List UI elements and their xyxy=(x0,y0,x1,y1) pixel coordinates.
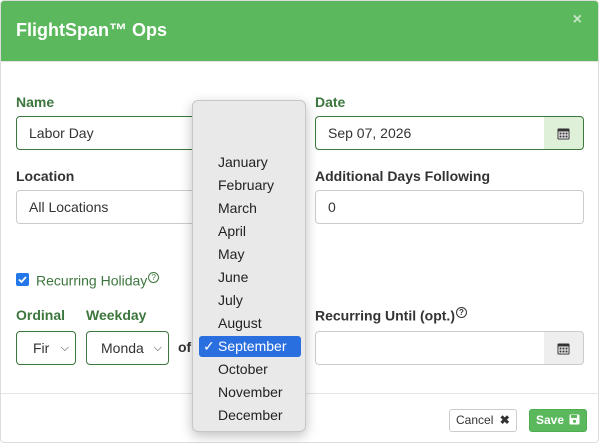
location-label: Location xyxy=(16,168,75,184)
month-option-december[interactable]: December xyxy=(199,405,301,426)
recurring-holiday-checkbox[interactable] xyxy=(16,273,29,286)
month-option-august[interactable]: August xyxy=(199,313,301,334)
month-option-label: May xyxy=(218,246,245,262)
weekday-value: Monda xyxy=(101,340,144,356)
header-divider xyxy=(1,61,598,62)
modal-title: FlightSpan™ Ops xyxy=(16,20,167,40)
month-option-october[interactable]: October xyxy=(199,359,301,380)
month-option-label: October xyxy=(218,361,268,377)
floppy-disk-icon xyxy=(569,414,580,425)
chevron-down-icon: ⌵ xyxy=(60,342,69,354)
question-circle-icon[interactable]: ? xyxy=(456,307,467,318)
additional-days-label: Additional Days Following xyxy=(315,168,490,184)
ordinal-value: Fir xyxy=(33,340,50,356)
name-input[interactable]: Labor Day xyxy=(16,116,206,150)
additional-days-input[interactable]: 0 xyxy=(315,190,584,224)
recurring-until-label: Recurring Until (opt.)? xyxy=(315,307,467,324)
weekday-select[interactable]: Monda ⌵ xyxy=(86,331,169,365)
weekday-label: Weekday xyxy=(86,307,147,323)
month-option-label: November xyxy=(218,384,283,400)
month-dropdown-menu: January February March April May June July Augu… xyxy=(192,100,306,432)
date-calendar-button[interactable] xyxy=(544,116,584,150)
save-button[interactable]: Save xyxy=(529,409,588,432)
cancel-label: Cancel xyxy=(456,413,494,427)
month-option-label: March xyxy=(218,200,257,216)
month-option-label: June xyxy=(218,269,249,285)
month-option-label: April xyxy=(218,223,247,239)
month-option-january[interactable]: January xyxy=(199,152,301,173)
checkmark-icon xyxy=(18,276,27,284)
date-label: Date xyxy=(315,94,346,110)
month-option-november[interactable]: November xyxy=(199,382,301,403)
question-circle-icon[interactable]: ? xyxy=(148,272,160,283)
month-option-may[interactable]: May xyxy=(199,244,301,265)
month-option-february[interactable]: February xyxy=(199,175,301,196)
ordinal-label: Ordinal xyxy=(16,307,66,323)
checkmark-icon: ✓ xyxy=(203,338,215,354)
close-icon[interactable]: × xyxy=(573,11,582,29)
recurring-holiday-text: Recurring Holiday xyxy=(36,272,148,289)
month-option-label: July xyxy=(218,292,243,308)
x-mark-icon: ✖ xyxy=(499,413,510,427)
calendar-icon xyxy=(557,343,570,354)
recurring-until-text: Recurring Until (opt.) xyxy=(315,307,455,324)
month-option-label: January xyxy=(218,154,268,170)
month-option-june[interactable]: June xyxy=(199,267,301,288)
location-select[interactable]: All Locations xyxy=(16,190,206,224)
month-option-march[interactable]: March xyxy=(199,198,301,219)
of-label: of xyxy=(178,339,192,355)
month-option-label: December xyxy=(218,407,283,423)
calendar-icon xyxy=(557,128,570,139)
month-option-september[interactable]: ✓ September xyxy=(199,336,301,357)
month-option-april[interactable]: April xyxy=(199,221,301,242)
recurring-until-input[interactable] xyxy=(315,331,545,365)
date-input[interactable]: Sep 07, 2026 xyxy=(315,116,545,150)
recurring-holiday-label: Recurring Holiday? xyxy=(36,272,160,289)
ordinal-select[interactable]: Fir ⌵ xyxy=(16,331,76,365)
month-option-label: September xyxy=(218,338,287,354)
month-option-label: February xyxy=(218,177,275,193)
chevron-down-icon: ⌵ xyxy=(153,342,162,354)
recurring-until-calendar-button[interactable] xyxy=(544,331,584,365)
modal-header: FlightSpan™ Ops × xyxy=(1,1,598,61)
cancel-button[interactable]: Cancel ✖ xyxy=(449,409,517,432)
month-option-july[interactable]: July xyxy=(199,290,301,311)
month-option-label: August xyxy=(218,315,262,331)
save-label: Save xyxy=(536,413,565,427)
name-label: Name xyxy=(16,94,55,110)
